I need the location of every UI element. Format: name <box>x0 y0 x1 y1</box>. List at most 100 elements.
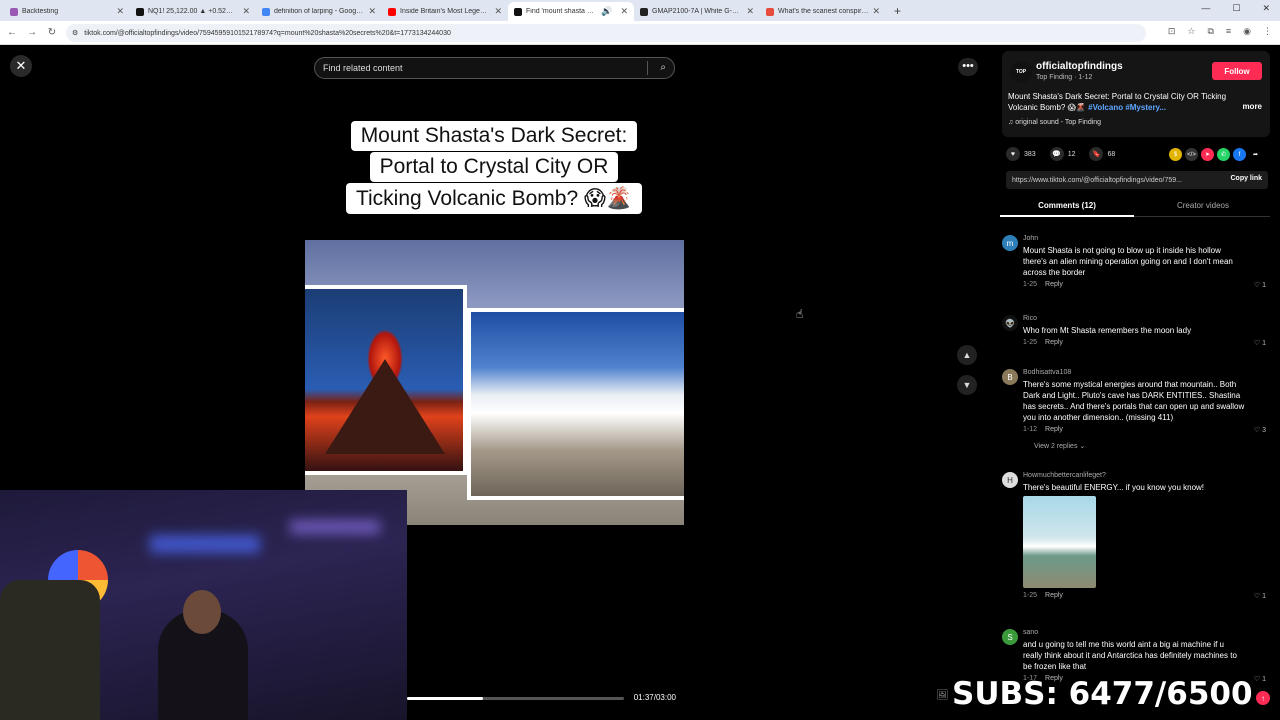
minimize-icon[interactable]: — <box>1201 3 1210 14</box>
browser-tab-2[interactable]: definition of larping - Google S ✕ <box>256 2 382 21</box>
tab-creator-videos[interactable]: Creator videos <box>1136 201 1270 210</box>
install-icon[interactable]: ⊡ <box>1168 26 1176 37</box>
commenter-avatar[interactable]: 👽 <box>1002 315 1018 331</box>
commenter-name[interactable]: Bodhisattva108 <box>1023 369 1071 376</box>
sound-link[interactable]: ♫ original sound - Top Finding <box>1008 119 1101 126</box>
comment-like[interactable]: ♡ 1 <box>1254 339 1266 347</box>
more-link[interactable]: more <box>1242 102 1262 111</box>
close-tab-icon[interactable]: ✕ <box>368 6 376 17</box>
menu-kebab-icon[interactable]: ⋮ <box>1263 26 1272 37</box>
maximize-icon[interactable]: ☐ <box>1232 3 1240 14</box>
close-tab-icon[interactable]: ✕ <box>242 6 250 17</box>
comment-like[interactable]: ♡ 1 <box>1254 592 1266 600</box>
new-tab-button[interactable]: + <box>894 4 901 18</box>
send-icon[interactable]: ➤ <box>1201 148 1214 161</box>
engagement-stats: ♥ 383 💬 12 🔖 68 <box>1006 147 1115 161</box>
creator-username[interactable]: officialtopfindings <box>1036 61 1123 72</box>
tab-comments[interactable]: Comments (12) <box>1000 201 1134 217</box>
comment-like[interactable]: ♡ 1 <box>1254 675 1266 683</box>
commenter-name[interactable]: John <box>1023 235 1038 242</box>
commenter-name[interactable]: sano <box>1023 629 1038 636</box>
browser-tab-5[interactable]: GMAP2100-7A | White G-SHOC ✕ <box>634 2 760 21</box>
comment-text: There's some mystical energies around th… <box>1023 380 1245 422</box>
close-tab-icon[interactable]: ✕ <box>620 6 628 17</box>
comment-count: 12 <box>1067 150 1076 158</box>
post-comment-icon[interactable]: ↑ <box>1256 691 1270 705</box>
comments-list[interactable]: m John Mount Shasta is not going to blow… <box>1000 235 1275 720</box>
copy-link-button[interactable]: Copy link <box>1230 175 1262 182</box>
video-progress-bar[interactable] <box>407 697 624 700</box>
commenter-name[interactable]: Howmuchbettercanlifeget? <box>1023 472 1106 479</box>
comment-input-icons[interactable]: 🖼 <box>936 690 949 701</box>
find-related-search[interactable]: Find related content ⌕ <box>314 57 675 79</box>
neon-light <box>290 520 380 534</box>
reply-button[interactable]: Reply <box>1045 281 1063 288</box>
favicon-icon <box>10 7 18 16</box>
address-bar-row: ← → ↻ ⚙ tiktok.com/@officialtopfindings/… <box>0 21 1280 45</box>
favicon-icon <box>262 7 270 16</box>
commenter-name[interactable]: Rico <box>1023 315 1037 322</box>
comment-like[interactable]: ♡ 1 <box>1254 281 1266 289</box>
reply-button[interactable]: Reply <box>1045 426 1063 433</box>
url-input[interactable]: ⚙ tiktok.com/@officialtopfindings/video/… <box>66 24 1146 42</box>
browser-tab-0[interactable]: Backtesting ✕ <box>4 2 130 21</box>
neon-light <box>150 535 260 553</box>
chevron-up-icon: ▲ <box>962 350 972 360</box>
browser-tab-3[interactable]: Inside Britain's Most Legendary ✕ <box>382 2 508 21</box>
comment-icon[interactable]: 💬 <box>1049 147 1064 161</box>
close-viewer-button[interactable]: ✕ <box>10 55 32 77</box>
creator-avatar[interactable]: TOP <box>1010 61 1032 83</box>
commenter-avatar[interactable]: B <box>1002 369 1018 385</box>
next-video-button[interactable]: ▼ <box>957 375 977 395</box>
forward-icon[interactable]: → <box>22 27 42 38</box>
reading-list-icon[interactable]: ≡ <box>1226 26 1231 37</box>
close-tab-icon[interactable]: ✕ <box>872 6 880 17</box>
mountain-photo <box>467 308 684 500</box>
bookmark-icon[interactable]: 🔖 <box>1089 147 1104 161</box>
close-tab-icon[interactable]: ✕ <box>116 6 124 17</box>
speaker-icon[interactable]: 🔊 <box>601 6 612 17</box>
close-window-icon[interactable]: ✕ <box>1262 3 1270 14</box>
facebook-icon[interactable]: f <box>1233 148 1246 161</box>
mouse-cursor-icon: ☝ <box>796 307 804 321</box>
site-info-icon[interactable]: ⚙ <box>72 29 78 37</box>
screen: Backtesting ✕ NQ1! 25,122.00 ▲ +0.52% Unn… <box>0 0 1280 720</box>
bookmark-star-icon[interactable]: ☆ <box>1187 26 1195 37</box>
gaming-chair <box>0 580 100 720</box>
comment-text: and u going to tell me this world aint a… <box>1023 640 1237 671</box>
coin-icon[interactable]: $ <box>1169 148 1182 161</box>
back-icon[interactable]: ← <box>2 27 22 38</box>
hashtags[interactable]: #Volcano #Mystery... <box>1088 103 1166 112</box>
comment-like[interactable]: ♡ 3 <box>1254 426 1266 434</box>
favicon-icon <box>640 7 648 16</box>
whatsapp-icon[interactable]: ✆ <box>1217 148 1230 161</box>
close-tab-icon[interactable]: ✕ <box>746 6 754 17</box>
search-icon[interactable]: ⌕ <box>660 62 666 73</box>
video-time: 01:37/03:00 <box>633 693 676 702</box>
commenter-avatar[interactable]: m <box>1002 235 1018 251</box>
close-tab-icon[interactable]: ✕ <box>494 6 502 17</box>
view-replies-button[interactable]: View 2 replies ⌄ <box>1034 442 1085 450</box>
heart-icon[interactable]: ♥ <box>1006 147 1020 161</box>
video-frame-collage <box>305 240 684 525</box>
comment-meta: 1-25 Reply <box>1023 339 1063 346</box>
commenter-avatar[interactable]: H <box>1002 472 1018 488</box>
commenter-avatar[interactable]: S <box>1002 629 1018 645</box>
reload-icon[interactable]: ↻ <box>42 27 62 38</box>
embed-icon[interactable]: </> <box>1185 148 1198 161</box>
extensions-icon[interactable]: ⧉ <box>1207 26 1213 37</box>
share-arrow-icon[interactable]: ➦ <box>1249 148 1262 161</box>
browser-tab-1[interactable]: NQ1! 25,122.00 ▲ +0.52% Unn ✕ <box>130 2 256 21</box>
previous-video-button[interactable]: ▲ <box>957 345 977 365</box>
profile-icon[interactable]: ◉ <box>1243 26 1251 37</box>
comment-image[interactable] <box>1023 496 1096 588</box>
follow-button[interactable]: Follow <box>1212 62 1262 80</box>
comment-text: Who from Mt Shasta remembers the moon la… <box>1023 326 1192 335</box>
browser-tab-4-active[interactable]: Find 'mount shasta secrets'🔊✕ <box>508 2 634 21</box>
video-link-box[interactable]: https://www.tiktok.com/@officialtopfindi… <box>1006 171 1268 189</box>
reply-button[interactable]: Reply <box>1045 339 1063 346</box>
browser-tab-6[interactable]: What's the scariest conspiracy ✕ <box>760 2 886 21</box>
reply-button[interactable]: Reply <box>1045 592 1063 599</box>
more-options-button[interactable]: ••• <box>958 58 978 76</box>
save-count: 68 <box>1107 150 1116 158</box>
